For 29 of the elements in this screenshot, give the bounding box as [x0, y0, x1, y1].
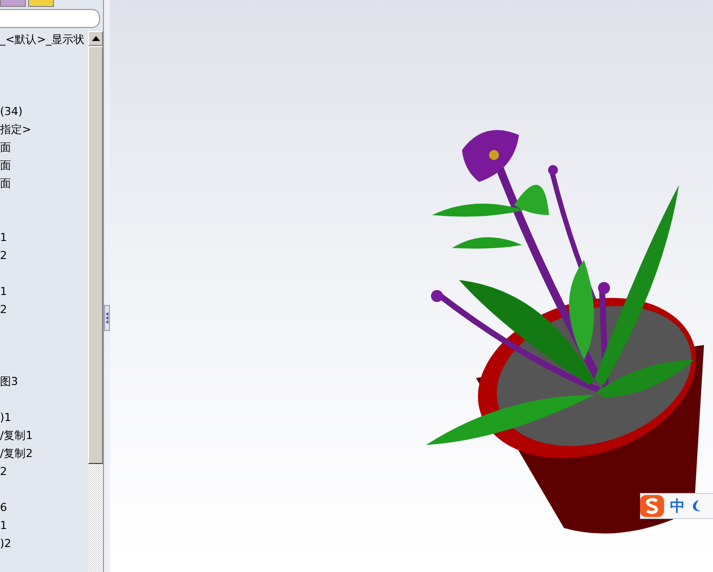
- tree-item[interactable]: /复制1: [0, 427, 33, 445]
- tree-item[interactable]: 面: [0, 157, 11, 175]
- panel-tab[interactable]: [28, 0, 54, 7]
- tree-item[interactable]: 2: [0, 463, 7, 481]
- tree-item[interactable]: 指定>: [0, 121, 32, 139]
- tree-item[interactable]: )2: [0, 535, 12, 553]
- tree-item[interactable]: /复制2: [0, 445, 33, 463]
- scrollbar[interactable]: [88, 31, 103, 572]
- filter-field[interactable]: [0, 9, 100, 28]
- input-method-bar[interactable]: 中: [640, 493, 713, 519]
- tree-item[interactable]: 2: [0, 301, 7, 319]
- tree-item[interactable]: )1: [0, 409, 12, 427]
- input-mode-label[interactable]: 中: [670, 496, 685, 516]
- up-arrow-icon: [92, 36, 100, 41]
- tree-item[interactable]: 1: [0, 229, 7, 247]
- collapse-handle[interactable]: [104, 305, 110, 331]
- moon-icon[interactable]: [690, 499, 702, 513]
- tree-item[interactable]: 面: [0, 175, 11, 193]
- scroll-thumb[interactable]: [88, 46, 103, 464]
- tree-item[interactable]: 1: [0, 517, 7, 535]
- tree-item[interactable]: 6: [0, 499, 7, 517]
- tree-item[interactable]: 图3: [0, 373, 18, 391]
- scroll-up-button[interactable]: [88, 31, 103, 46]
- input-method-logo-icon: [639, 494, 665, 518]
- tree-item[interactable]: _<默认>_显示状: [0, 31, 84, 49]
- tree-item[interactable]: 面: [0, 139, 11, 157]
- tree-item[interactable]: 1: [0, 283, 7, 301]
- tree-item[interactable]: 2: [0, 247, 7, 265]
- tree-item[interactable]: (34): [0, 103, 23, 121]
